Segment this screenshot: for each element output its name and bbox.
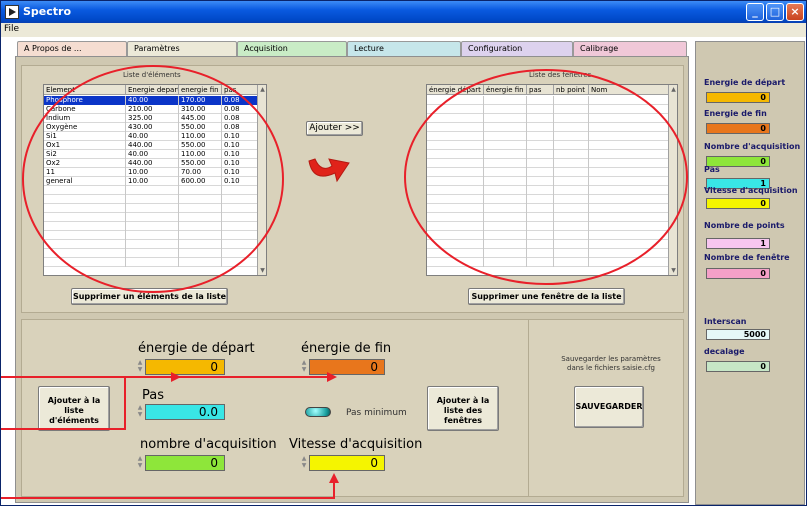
energie-depart-label: énergie de départ xyxy=(138,341,255,356)
menu-file[interactable]: File xyxy=(4,24,19,34)
vitesse-acquisition-input[interactable]: 0 xyxy=(309,455,385,471)
annotation-arrow-line xyxy=(1,497,335,499)
maximize-icon[interactable]: □ xyxy=(766,3,784,21)
close-icon[interactable]: × xyxy=(786,3,804,21)
summary-nombre-points-label: Nombre de points xyxy=(704,221,785,230)
title-bar: Spectro _ □ × xyxy=(1,1,806,23)
spinner-icon[interactable]: ▲ ▼ xyxy=(137,404,143,418)
highlight-ellipse-windows xyxy=(404,69,688,285)
vitesse-acquisition-label: Vitesse d'acquisition xyxy=(289,437,423,452)
add-to-elements-button[interactable]: Ajouter à la liste d'éléments xyxy=(38,386,110,431)
tab-calibrage[interactable]: Calibrage xyxy=(573,41,687,56)
summary-vitesse-acquisition-value: 0 xyxy=(706,198,770,209)
nombre-acquisition-label: nombre d'acquisition xyxy=(140,437,277,452)
app-icon xyxy=(5,5,19,19)
summary-interscan-label: Interscan xyxy=(704,317,747,326)
highlight-ellipse-elements xyxy=(22,65,284,293)
energie-depart-input[interactable]: 0 xyxy=(145,359,225,375)
tab-acquisition[interactable]: Acquisition xyxy=(237,41,347,56)
add-window-button[interactable]: Ajouter >> xyxy=(306,121,363,136)
pas-minimum-toggle[interactable] xyxy=(305,407,331,417)
summary-decalage-label: decalage xyxy=(704,347,745,356)
group-divider xyxy=(528,319,529,497)
pas-input[interactable]: 0.0 xyxy=(145,404,225,420)
summary-decalage-value: 0 xyxy=(706,361,770,372)
remove-window-button[interactable]: Supprimer une fenêtre de la liste xyxy=(468,288,625,305)
summary-energie-depart-label: Energie de départ xyxy=(704,78,786,87)
summary-vitesse-acquisition-label: Vitesse d'acquisition xyxy=(704,186,798,195)
annotation-arrow-line xyxy=(1,428,126,430)
summary-interscan-value: 5000 xyxy=(706,329,770,340)
tab-configuration[interactable]: Configuration xyxy=(461,41,573,56)
summary-nombre-fenetre-value: 0 xyxy=(706,268,770,279)
pas-minimum-label: Pas minimum xyxy=(346,408,407,418)
save-button[interactable]: SAUVEGARDER xyxy=(574,386,644,428)
app-window: Spectro _ □ × File A Propos de ... Param… xyxy=(0,0,807,506)
spinner-icon[interactable]: ▲ ▼ xyxy=(301,455,307,469)
annotation-arrow-line xyxy=(333,481,335,499)
summary-energie-fin-label: Energie de fin xyxy=(704,109,767,118)
spinner-icon[interactable]: ▲ ▼ xyxy=(137,359,143,373)
tab-parametres[interactable]: Paramètres xyxy=(127,41,237,56)
curved-arrow-icon xyxy=(308,158,350,183)
annotation-arrow-line xyxy=(124,376,329,378)
spinner-icon[interactable]: ▲ ▼ xyxy=(301,359,307,373)
summary-energie-depart-value: 0 xyxy=(706,92,770,103)
annotation-arrow-line xyxy=(124,376,126,430)
pas-label: Pas xyxy=(142,388,164,403)
window-title: Spectro xyxy=(23,5,72,18)
energie-fin-input[interactable]: 0 xyxy=(309,359,385,375)
minimize-icon[interactable]: _ xyxy=(746,3,764,21)
summary-nombre-acquisition-label: Nombre d'acquisition xyxy=(704,142,801,151)
tab-lecture[interactable]: Lecture xyxy=(347,41,461,56)
annotation-arrowhead xyxy=(327,372,337,382)
spinner-icon[interactable]: ▲ ▼ xyxy=(137,455,143,469)
add-to-windows-button[interactable]: Ajouter à la liste des fenêtres xyxy=(427,386,499,431)
tab-a-propos[interactable]: A Propos de ... xyxy=(17,41,127,56)
save-note: Sauvegarder les paramètres dans le fichi… xyxy=(561,355,661,372)
menu-bar: File xyxy=(1,23,806,37)
summary-nombre-points-value: 1 xyxy=(706,238,770,249)
summary-energie-fin-value: 0 xyxy=(706,123,770,134)
energie-fin-label: énergie de fin xyxy=(301,341,392,356)
summary-nombre-fenetre-label: Nombre de fenêtre xyxy=(704,253,790,262)
summary-pas-label: Pas xyxy=(704,165,720,174)
annotation-arrowhead xyxy=(329,473,339,483)
nombre-acquisition-input[interactable]: 0 xyxy=(145,455,225,471)
